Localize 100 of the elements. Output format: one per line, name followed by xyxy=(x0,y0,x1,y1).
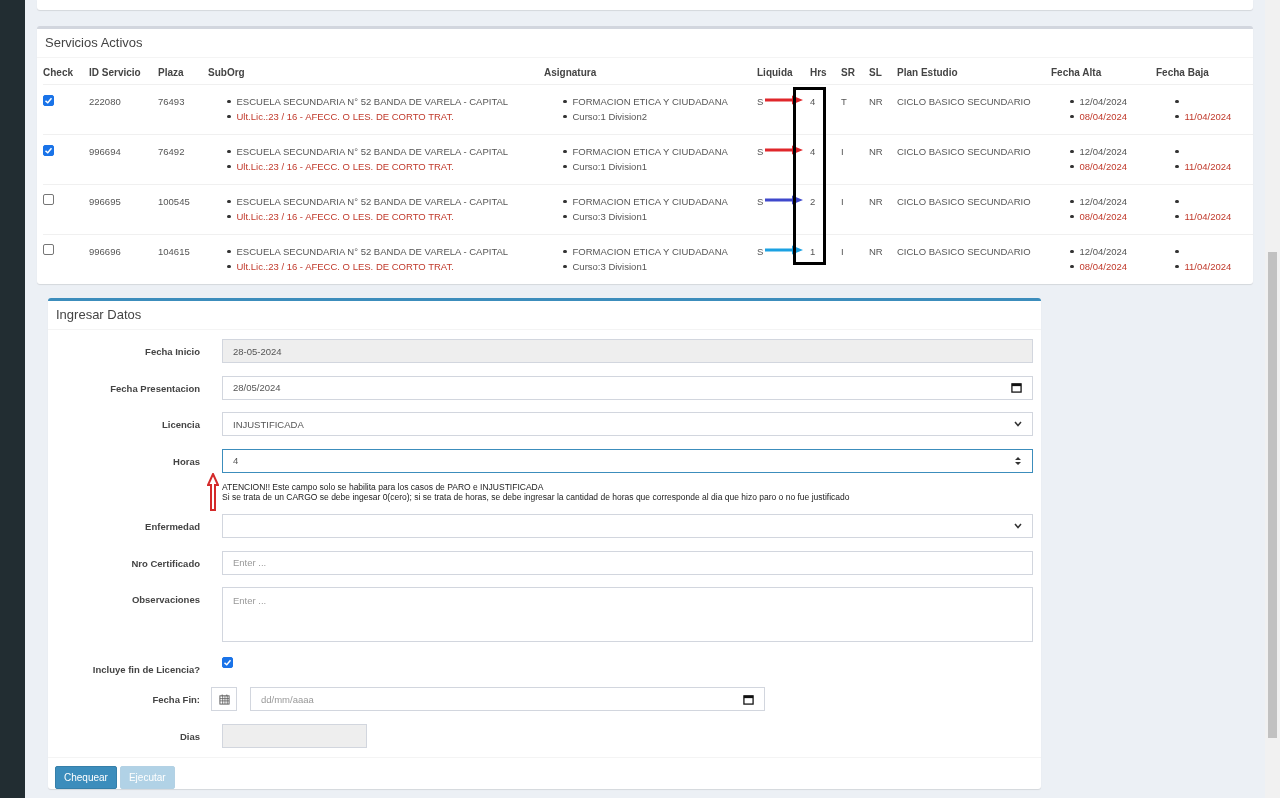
checkbox[interactable] xyxy=(43,145,54,156)
date-field[interactable]: 28/05/2024 xyxy=(222,375,1033,400)
calendar-icon xyxy=(1011,382,1022,393)
cell-text: ESCUELA SECUNDARIA N° 52 BANDA DE VARELA - CAPITAL xyxy=(236,145,509,159)
checkbox[interactable] xyxy=(43,194,54,205)
table-cell: 104615 xyxy=(158,246,190,257)
cell-text: ESCUELA SECUNDARIA N° 52 BANDA DE VARELA - CAPITAL xyxy=(236,195,509,209)
cell-text: 08/04/2024 xyxy=(1079,160,1128,174)
checkbox[interactable] xyxy=(43,95,54,106)
table-cell: NR xyxy=(869,246,883,257)
select-field[interactable] xyxy=(222,514,1033,538)
table-cell: 2 xyxy=(810,196,816,207)
bullet-icon xyxy=(227,99,231,104)
bullet-icon xyxy=(1070,264,1074,269)
cell-text: 08/04/2024 xyxy=(1079,260,1128,274)
card-title: Servicios Activos xyxy=(45,35,143,50)
date-field[interactable]: dd/mm/aaaa xyxy=(250,687,765,711)
table-cell: I xyxy=(841,146,844,157)
spinner-icon xyxy=(1014,455,1022,466)
checkbox[interactable] xyxy=(43,244,54,255)
bullet-icon xyxy=(563,199,567,204)
bullet-icon xyxy=(227,264,231,269)
number-field[interactable]: 4 xyxy=(222,448,1033,473)
bullet-icon xyxy=(1070,114,1074,119)
cell-text: 11/04/2024 xyxy=(1184,110,1232,124)
cell-text: Ult.Lic.:23 / 16 - AFECC. O LES. DE CORTO TRAT. xyxy=(236,160,454,174)
bullet-icon xyxy=(1070,149,1074,154)
action-button[interactable]: Chequear xyxy=(55,765,117,789)
cell-text: 11/04/2024 xyxy=(1184,160,1232,174)
table-cell: 996695 xyxy=(89,196,121,207)
bullet-icon xyxy=(1175,114,1179,119)
cell-text: 12/04/2024 xyxy=(1079,245,1128,259)
table-cell: 1 xyxy=(810,246,816,257)
checkbox[interactable] xyxy=(222,656,233,668)
table-cell: T xyxy=(841,96,847,107)
bullet-icon xyxy=(563,114,567,119)
column-header: ID Servicio xyxy=(89,66,142,80)
table-cell: 76493 xyxy=(158,96,185,107)
bullet-icon xyxy=(227,214,231,219)
chevron-down-icon xyxy=(1014,421,1022,427)
calendar-icon xyxy=(211,687,237,711)
scrollbar-thumb[interactable] xyxy=(1268,252,1277,738)
table-cell: 4 xyxy=(810,146,816,157)
bullet-icon xyxy=(563,214,567,219)
table-cell: CICLO BASICO SECUNDARIO xyxy=(897,246,1031,257)
field-label: Fecha Inicio xyxy=(144,345,200,359)
table-cell: S xyxy=(757,246,764,257)
column-header: Fecha Baja xyxy=(1156,66,1210,80)
field-label: Horas xyxy=(172,454,200,469)
bullet-icon xyxy=(1175,149,1179,154)
bullet-icon xyxy=(563,164,567,169)
field-label: Enfermedad xyxy=(144,520,200,534)
bullet-icon xyxy=(1070,164,1074,169)
scrollbar[interactable] xyxy=(1265,0,1280,798)
cell-text: 11/04/2024 xyxy=(1184,210,1232,224)
cell-text: Curso:1 Division2 xyxy=(572,110,647,124)
table-cell: 996694 xyxy=(89,146,121,157)
cell-text: FORMACION ETICA Y CIUDADANA xyxy=(572,95,728,109)
column-header: Plan Estudio xyxy=(897,66,959,80)
input-field[interactable]: Enter ... xyxy=(222,550,1033,575)
cell-text: Ult.Lic.:23 / 16 - AFECC. O LES. DE CORTO TRAT. xyxy=(236,110,454,124)
text-area[interactable]: Enter ... xyxy=(222,587,1033,642)
column-header: Plaza xyxy=(158,66,185,80)
column-header: Fecha Alta xyxy=(1051,66,1103,80)
table-cell: I xyxy=(841,196,844,207)
column-header: Check xyxy=(43,66,74,80)
table-cell: NR xyxy=(869,96,883,107)
table-cell: S xyxy=(757,146,764,157)
table-cell: 222080 xyxy=(89,96,121,107)
column-header: SR xyxy=(841,66,856,80)
bullet-icon xyxy=(227,164,231,169)
column-header: Asignatura xyxy=(544,66,598,80)
select-field[interactable]: INJUSTIFICADA xyxy=(222,412,1033,436)
table-cell: 996696 xyxy=(89,246,121,257)
bullet-icon xyxy=(227,114,231,119)
table-cell: 100545 xyxy=(158,196,190,207)
table-cell: NR xyxy=(869,146,883,157)
column-header: Hrs xyxy=(810,66,828,80)
cell-text: Curso:1 Division1 xyxy=(572,160,647,174)
cell-text: FORMACION ETICA Y CIUDADANA xyxy=(572,145,728,159)
cell-text: 08/04/2024 xyxy=(1079,110,1128,124)
cell-text: Curso:3 Division1 xyxy=(572,260,647,274)
table-cell: S xyxy=(757,196,764,207)
cell-text: 08/04/2024 xyxy=(1079,210,1128,224)
bullet-icon xyxy=(563,99,567,104)
bullet-icon xyxy=(1070,249,1074,254)
table-cell: CICLO BASICO SECUNDARIO xyxy=(897,96,1031,107)
bullet-icon xyxy=(1175,199,1179,204)
cell-text: Curso:3 Division1 xyxy=(572,210,647,224)
bullet-icon xyxy=(1175,249,1179,254)
column-header: Liquida xyxy=(757,66,794,80)
bullet-icon xyxy=(1175,264,1179,269)
card-title: Ingresar Datos xyxy=(56,307,142,322)
bullet-icon xyxy=(1070,99,1074,104)
field-label: Observaciones xyxy=(130,593,200,607)
bullet-icon xyxy=(227,249,231,254)
field-label: Nro Certificado xyxy=(130,556,200,571)
table-cell: I xyxy=(841,246,844,257)
bullet-icon xyxy=(1070,199,1074,204)
cell-text: Ult.Lic.:23 / 16 - AFECC. O LES. DE CORTO TRAT. xyxy=(236,210,454,224)
